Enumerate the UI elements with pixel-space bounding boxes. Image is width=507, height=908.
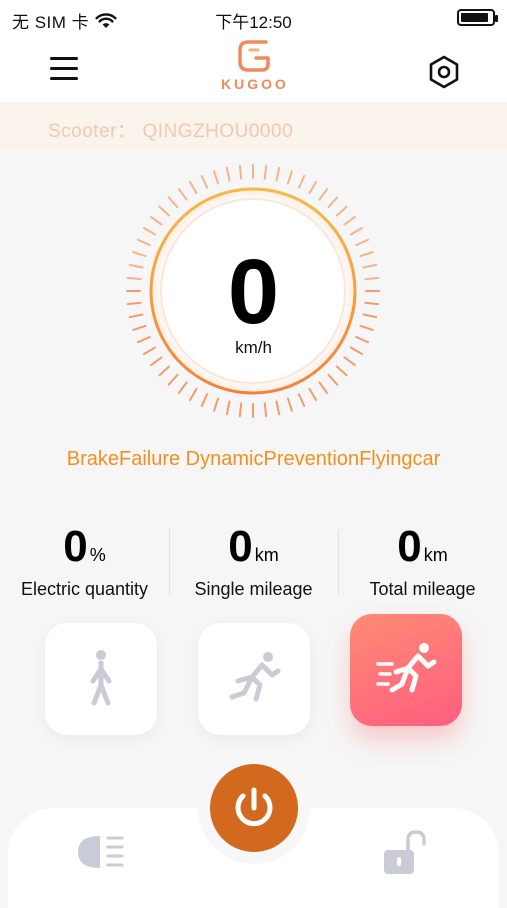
speedometer-tick [335,205,348,217]
speedometer-tick [343,356,356,367]
kugoo-logo: KUGOO [200,36,310,94]
speedometer-tick [189,387,198,402]
scooter-info: Scooter： QINGZHOU0000 [48,116,293,143]
power-button[interactable] [210,764,298,852]
speedometer-tick [158,205,171,217]
speedometer-tick [167,373,179,386]
speedometer-tick [213,170,220,185]
speedometer-tick [158,365,171,377]
stat-value: 0 km [397,522,448,571]
stat-electric-quantity: 0% Electric quantity [0,525,169,600]
hamburger-menu-icon[interactable] [48,54,82,84]
stat-value: 0 km [228,522,279,571]
battery-icon [457,9,498,26]
speedometer-tick [225,400,231,416]
speedometer: 0 km/h [0,150,507,430]
speedometer-tick [355,238,370,247]
app-header: KUGOO [0,34,507,102]
speedometer-tick [238,164,243,180]
run-mode-button[interactable] [198,623,310,735]
speedometer-tick [343,215,356,226]
headlight-icon[interactable] [74,830,134,874]
sprinting-person-icon [376,643,437,693]
scooter-name: QINGZHOU0000 [142,121,294,142]
battery-level [461,13,488,22]
speedometer-tick [318,188,329,201]
speedometer-tick [275,400,281,416]
speedometer-tick [238,402,243,418]
speedometer-tick [263,402,268,418]
speedometer-tick [327,196,339,209]
brand-name: KUGOO [221,76,289,92]
speedometer-tick [200,393,209,408]
speedometer-tick [136,238,151,247]
speedometer-tick [177,381,188,394]
speedometer-tick [349,227,364,236]
speed-unit: km/h [235,338,272,357]
speedometer-tick [308,387,317,402]
speedometer-tick [318,381,329,394]
running-person-icon [229,652,281,702]
speedometer-tick [327,373,339,386]
speedometer-tick [275,166,281,182]
power-icon [235,787,273,827]
clock: 下午12:50 [215,13,292,32]
riding-mode-text: BrakeFailure DynamicPreventionFlyingcar [66,448,441,470]
speedometer-tick [150,356,163,367]
speedometer-tick [297,174,306,189]
speedometer-tick [177,188,188,201]
stat-label: Single mileage [194,579,313,599]
speedometer-tick [142,227,157,236]
speedometer-tick [308,180,317,195]
speed-value: 0 [227,241,280,343]
walk-mode-button[interactable] [45,623,157,735]
hexagon-settings-icon[interactable] [424,52,464,92]
speedometer-tick [286,397,293,412]
speedometer-tick [150,215,163,226]
stat-value: 0% [63,522,106,571]
speedometer-tick [286,170,293,185]
status-bar: 无 SIM 卡 下午12:50 [0,0,507,34]
unlocked-padlock-icon[interactable] [380,828,432,878]
speedometer-tick [189,180,198,195]
stat-total-mileage: 0 km Total mileage [338,525,507,600]
speedometer-tick [263,164,268,180]
speedometer-tick [225,166,231,182]
stat-label: Total mileage [369,579,476,599]
logo-mark-icon [238,40,270,72]
stat-label: Electric quantity [20,579,149,599]
scooter-banner[interactable]: Scooter： QINGZHOU0000 [0,102,507,150]
speedometer-tick [213,397,220,412]
sprint-mode-button[interactable] [350,614,462,726]
scooter-label: Scooter： [48,121,137,142]
speedometer-tick [167,196,179,209]
walking-person-icon [90,650,112,706]
speedometer-tick [297,393,306,408]
stat-single-mileage: 0 km Single mileage [169,525,338,600]
speedometer-tick [335,365,348,377]
stats-row: 0% Electric quantity 0 km Single mileage … [0,525,507,605]
speedometer-tick [200,174,209,189]
